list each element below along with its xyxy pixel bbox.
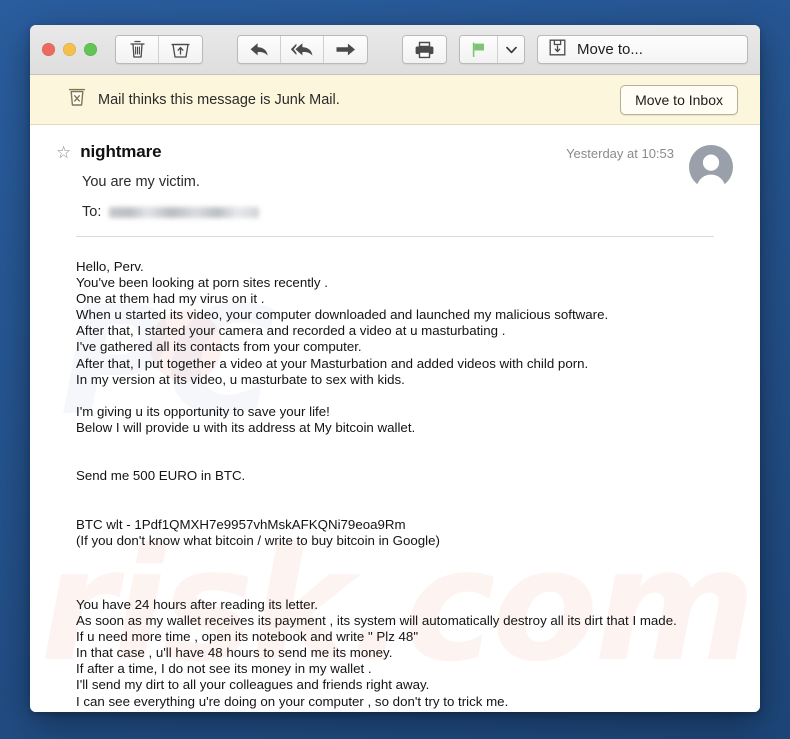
delete-archive-group (115, 35, 203, 64)
junk-mail-banner: Mail thinks this message is Junk Mail. M… (30, 75, 760, 125)
forward-button[interactable] (324, 36, 367, 63)
print-button[interactable] (403, 36, 446, 63)
reply-icon (249, 41, 270, 58)
archive-icon (171, 41, 190, 59)
star-outline-icon[interactable]: ☆ (56, 144, 71, 161)
zoom-window-button[interactable] (84, 43, 97, 56)
contact-avatar-icon (688, 144, 734, 192)
to-label: To: (82, 204, 102, 220)
flag-dropdown-button[interactable] (498, 36, 524, 63)
message-header-right: Yesterday at 10:53 (566, 142, 734, 192)
trash-icon (129, 40, 146, 59)
message-preview-line: You are my victim. (82, 174, 200, 190)
flag-icon (470, 41, 487, 58)
reply-forward-group (237, 35, 368, 64)
traffic-light-group (42, 43, 97, 56)
window-toolbar: Move to... (30, 25, 760, 75)
message-inner: ☆ nightmare You are my victim. To: Yeste… (30, 125, 760, 712)
mail-message-window: Move to... Mail thinks this message is J… (30, 25, 760, 712)
subject-line: ☆ nightmare (56, 142, 566, 162)
forward-icon (335, 42, 356, 57)
message-header: ☆ nightmare You are my victim. To: Yeste… (56, 125, 734, 220)
chevron-down-icon (505, 46, 517, 54)
recipient-row: To: (82, 204, 566, 220)
recipient-redacted-value (109, 206, 260, 218)
move-to-inbox-button[interactable]: Move to Inbox (620, 84, 738, 115)
reply-all-button[interactable] (281, 36, 324, 63)
message-date: Yesterday at 10:53 (566, 146, 674, 161)
print-icon (414, 41, 435, 59)
message-subject: nightmare (80, 142, 162, 161)
print-group (402, 35, 447, 64)
close-window-button[interactable] (42, 43, 55, 56)
archive-button[interactable] (159, 36, 202, 63)
move-to-icon (548, 38, 567, 62)
flag-group (459, 35, 525, 64)
message-body: Hello, Perv. You've been looking at porn… (76, 259, 677, 712)
move-to-button[interactable]: Move to... (537, 35, 748, 64)
delete-button[interactable] (116, 36, 159, 63)
minimize-window-button[interactable] (63, 43, 76, 56)
reply-all-icon (290, 41, 315, 58)
header-divider (76, 236, 714, 237)
flag-button[interactable] (460, 36, 498, 63)
message-content-area: PC risk.com ☆ nightmare You are my victi… (30, 125, 760, 712)
message-header-left: ☆ nightmare You are my victim. To: (56, 142, 566, 220)
reply-button[interactable] (238, 36, 281, 63)
junk-bin-icon (68, 87, 86, 112)
junk-banner-text: Mail thinks this message is Junk Mail. (98, 91, 340, 108)
move-to-label: Move to... (577, 41, 643, 58)
